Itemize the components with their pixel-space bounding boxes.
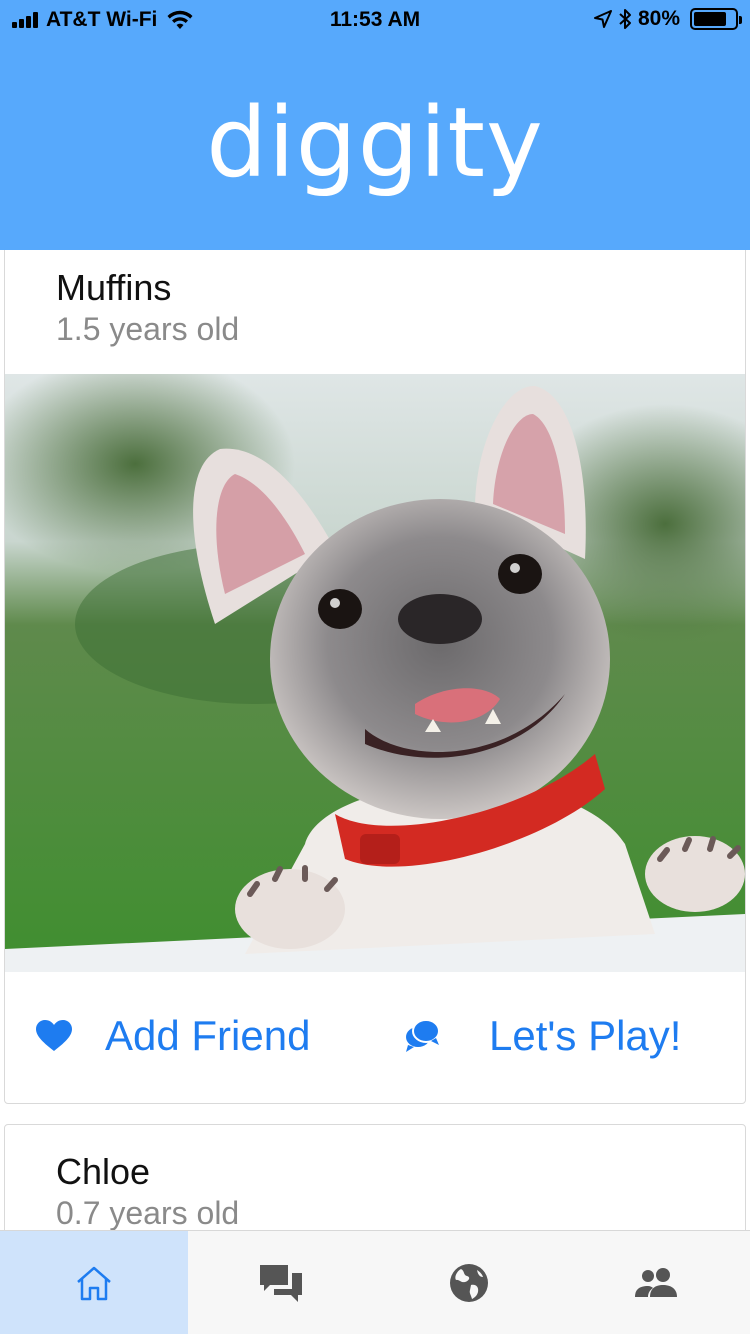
chat-icon [260,1264,303,1302]
add-friend-label: Add Friend [105,1012,311,1059]
card-actions: Add Friend Let's Play! [5,972,745,1102]
dog-card[interactable]: Chloe 0.7 years old [4,1124,746,1230]
home-icon [76,1266,111,1300]
tab-friends[interactable] [563,1231,750,1334]
french-bulldog-photo[interactable] [5,374,745,972]
app-screen: AT&T Wi-Fi 11:53 AM 80% diggity Muffins … [0,0,750,1334]
lets-play-label: Let's Play! [489,1012,682,1059]
dog-name: Muffins [56,267,172,308]
battery-fill [694,12,726,26]
bluetooth-icon [619,9,631,29]
status-right: 80% [593,7,742,31]
chat-bubbles-icon [403,1017,441,1055]
heart-icon [35,1017,73,1055]
dog-feed[interactable]: Muffins 1.5 years old Add Friend Let's P… [0,250,750,1230]
dog-age: 1.5 years old [56,311,240,347]
status-bar: AT&T Wi-Fi 11:53 AM 80% [0,0,750,42]
people-icon [635,1267,678,1297]
app-header: AT&T Wi-Fi 11:53 AM 80% diggity [0,0,750,250]
tab-messages[interactable] [188,1231,376,1334]
tab-bar [0,1230,750,1334]
battery-percent: 80% [637,7,680,30]
battery-icon [690,8,742,30]
app-title: diggity [206,87,544,199]
tab-home[interactable] [0,1231,188,1334]
tab-explore[interactable] [375,1231,563,1334]
add-friend-button[interactable]: Add Friend [35,1012,310,1060]
lets-play-button[interactable]: Let's Play! [403,1012,681,1060]
globe-icon [449,1263,488,1302]
dog-age: 0.7 years old [56,1195,240,1230]
dog-card[interactable]: Muffins 1.5 years old Add Friend Let's P… [4,250,746,1104]
dog-name: Chloe [56,1151,151,1192]
location-arrow-icon [593,10,612,28]
